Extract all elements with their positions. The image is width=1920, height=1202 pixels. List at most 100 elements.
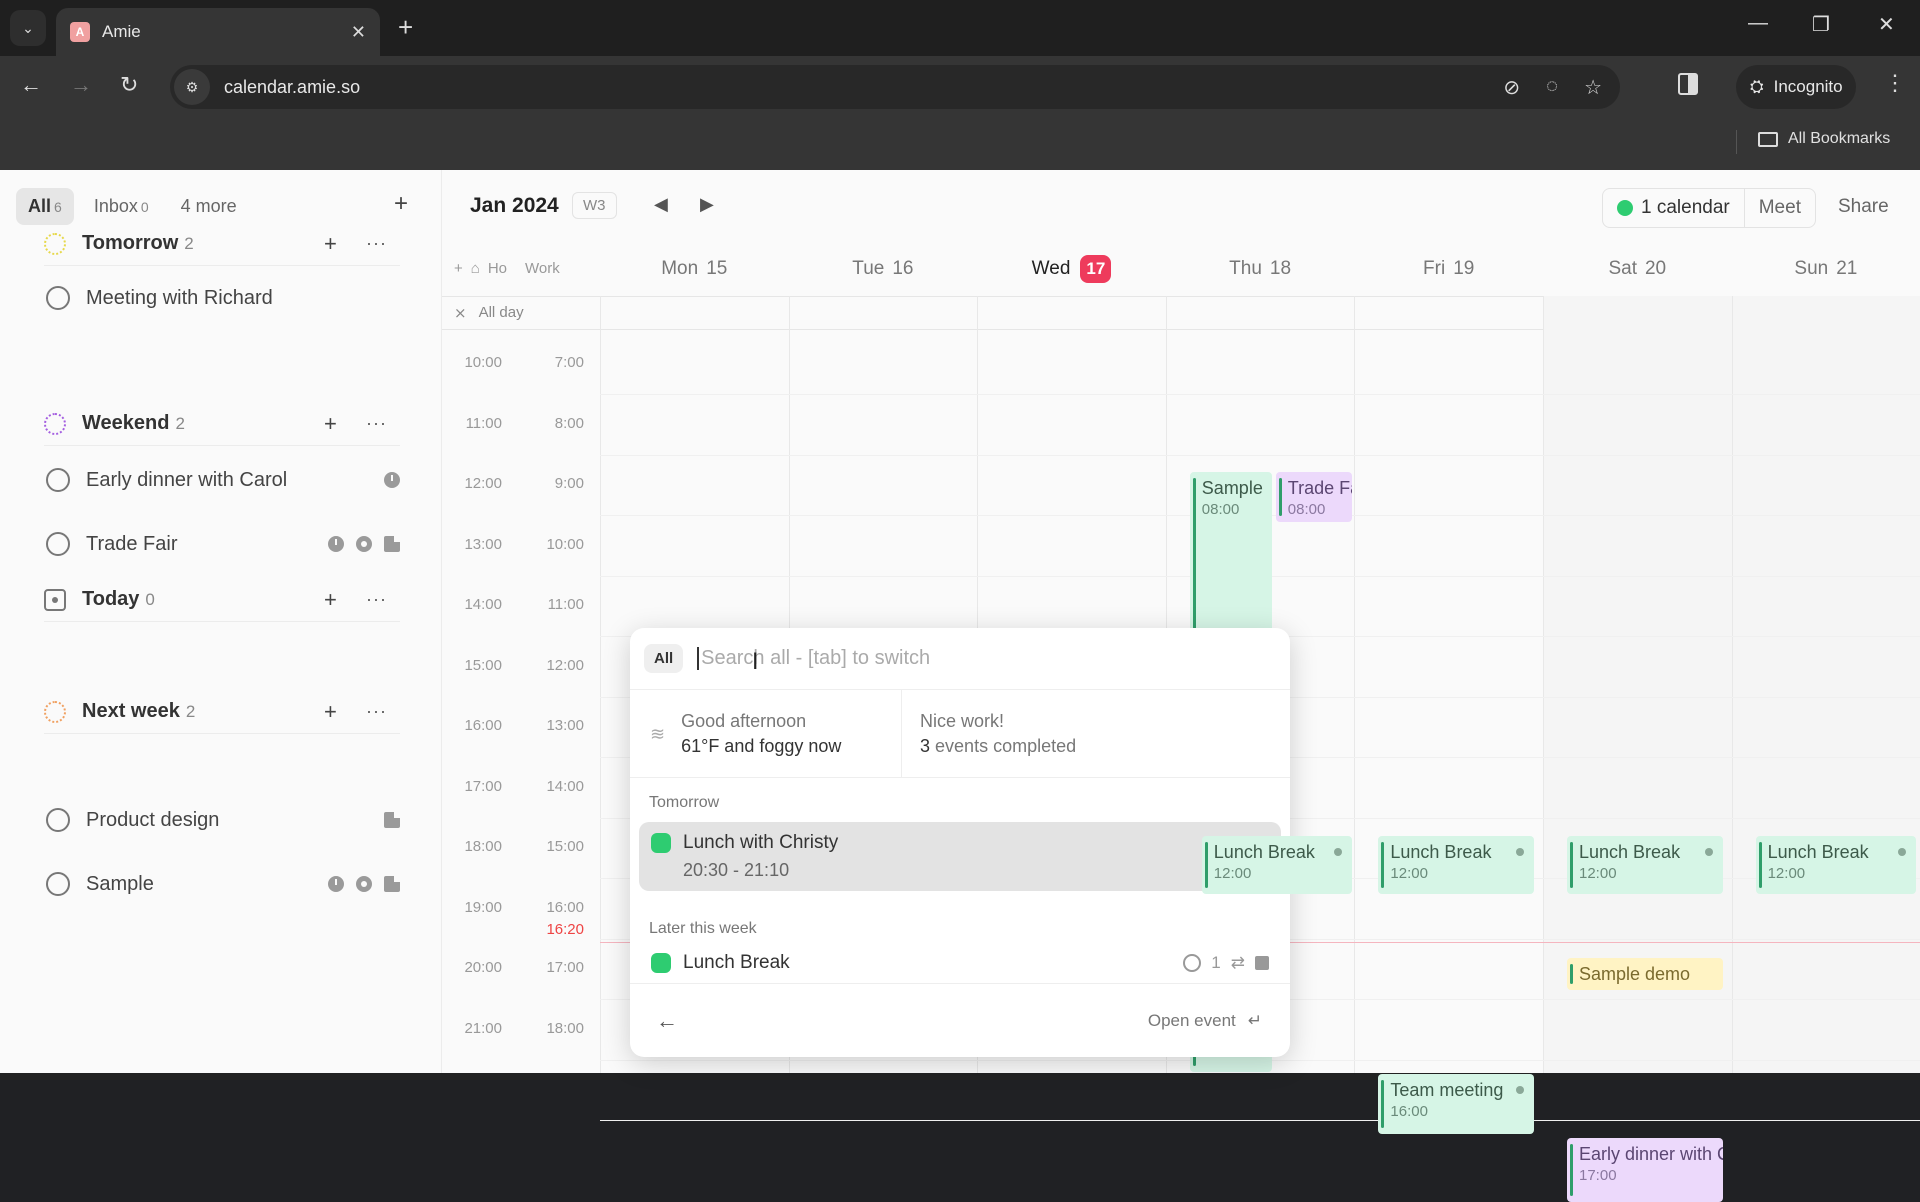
event-title: Trade Fair [1287,478,1352,498]
more-options-icon[interactable]: ··· [366,589,387,610]
day-header-tue[interactable]: Tue 16 [789,242,978,296]
task-item[interactable]: Early dinner with Carol [46,462,400,498]
sidebar-tabs: All 6 Inbox 0 4 more [16,188,249,225]
share-button[interactable]: Share [1838,196,1889,218]
sidebar-tab-inbox[interactable]: Inbox 0 [82,188,161,225]
add-timezone-button[interactable]: + [454,260,463,277]
calendar-event[interactable]: Team meeting 16:00 [1378,1074,1535,1134]
restore-icon[interactable]: ❐ [1812,12,1830,37]
browser-tab[interactable]: A Amie ✕ [56,8,380,56]
group-header-tomorrow[interactable]: Tomorrow 2 + ··· [44,222,400,266]
calendar-event[interactable]: Lunch Break 12:00 [1201,836,1352,894]
calendar-event[interactable]: Trade Fair 08:00 [1275,472,1352,522]
task-item[interactable]: Trade Fair [46,526,400,562]
add-task-button[interactable]: + [324,231,337,257]
url-text[interactable]: calendar.amie.so [224,77,360,98]
task-checkbox[interactable] [46,872,70,896]
meet-button[interactable]: Meet [1743,189,1815,227]
star-icon[interactable]: ☆ [1584,75,1602,100]
day-name: Sun [1794,258,1829,279]
back-arrow-icon[interactable]: ← [656,1008,678,1034]
time-label-secondary: 8:00 [554,414,584,432]
calendar-controls: 1 calendar Meet [1602,188,1816,228]
task-checkbox[interactable] [46,808,70,832]
close-window-icon[interactable]: ✕ [1878,12,1895,37]
day-header-mon[interactable]: Mon 15 [600,242,789,296]
clock-icon [328,536,344,552]
task-label: Product design [86,808,220,831]
group-header-weekend[interactable]: Weekend 2 + ··· [44,402,400,446]
tab-search-button[interactable]: ⌄ [10,10,46,46]
calendar-event[interactable]: Lunch Break 12:00 [1755,836,1916,894]
weekend-shade [1731,296,1920,1073]
collapse-icon[interactable]: ⨯ [454,304,467,322]
document-icon [384,876,400,892]
calendar-event[interactable]: Lunch Break 12:00 [1567,836,1723,894]
day-divider [1543,296,1544,1073]
time-label-secondary: 12:00 [546,656,584,674]
event-time: 08:00 [1287,501,1326,518]
day-header-sat[interactable]: Sat 20 [1543,242,1732,296]
add-task-button[interactable]: + [324,587,337,613]
add-task-button[interactable]: + [324,411,337,437]
search-scope-chip[interactable]: All [644,644,684,673]
praise-text: Nice work! [920,711,1005,731]
incognito-button[interactable]: ⛭ Incognito [1736,65,1856,109]
close-tab-icon[interactable]: ✕ [351,22,366,43]
all-bookmarks-button[interactable]: All Bookmarks [1758,130,1890,148]
week-badge[interactable]: W3 [572,192,617,219]
tracking-off-icon[interactable]: ◌ [1546,75,1558,100]
more-options-icon[interactable]: ··· [366,413,387,434]
chevron-down-icon: ⌄ [22,19,34,36]
sidebar-tab-more[interactable]: 4 more [169,188,249,225]
next-week-icon[interactable]: ▶ [700,194,714,215]
browser-tabstrip: ⌄ A Amie ✕ + — ❐ ✕ [0,0,1920,56]
task-item[interactable]: Sample [46,866,400,902]
search-result-item[interactable]: Lunch with Christy 20:30 - 21:10 [639,822,1281,891]
document-icon [384,536,400,552]
calendar-event[interactable]: Lunch Break 12:00 [1378,836,1535,894]
task-checkbox[interactable] [46,286,70,310]
sidebar-tab-all[interactable]: All 6 [16,188,74,225]
side-panel-icon[interactable] [1678,73,1698,95]
event-title: Lunch Break [1767,842,1869,862]
browser-menu-icon[interactable]: ⋮ [1884,70,1906,96]
search-result-item[interactable]: Lunch Break 1 ⇄ [639,946,1281,984]
day-name: Wed [1031,258,1071,279]
forward-icon[interactable]: → [70,72,92,98]
event-title: Sample demo [1579,964,1691,984]
task-item[interactable]: Meeting with Richard [46,280,400,316]
day-header-thu[interactable]: Thu 18 [1166,242,1355,296]
eye-off-icon[interactable]: ⊘ [1503,75,1520,100]
more-options-icon[interactable]: ··· [366,701,387,722]
search-input[interactable] [697,647,1258,670]
site-info-icon[interactable]: ⚙ [174,69,210,105]
group-count: 2 [185,701,196,721]
calendar-event[interactable]: Early dinner with Carol 17:00 [1567,1138,1723,1202]
calendars-button[interactable]: 1 calendar [1603,189,1744,227]
task-item[interactable]: Product design [46,802,400,838]
prev-week-icon[interactable]: ◀ [654,194,668,215]
day-header-wed[interactable]: Wed 17 [977,242,1166,296]
more-options-icon[interactable]: ··· [366,233,387,254]
task-checkbox[interactable] [46,468,70,492]
group-header-next-week[interactable]: Next week 2 + ··· [44,690,400,734]
add-task-button[interactable]: + [324,699,337,725]
reload-icon[interactable]: ↻ [120,72,138,98]
back-icon[interactable]: ← [20,72,42,98]
event-time: 12:00 [1767,865,1806,882]
address-bar[interactable]: ⚙ calendar.amie.so ⊘ ◌ ☆ [170,65,1620,109]
new-tab-button[interactable]: + [398,12,413,43]
calendar-event[interactable]: Sample demo [1567,958,1723,990]
day-divider [600,296,601,1073]
minimize-icon[interactable]: — [1748,12,1768,35]
event-status-dot [1897,848,1906,856]
result-title: Lunch with Christy [683,832,839,853]
open-event-button[interactable]: Open event ↵ [1148,1011,1262,1031]
day-header-sun[interactable]: Sun 21 [1732,242,1920,296]
task-icons [328,876,400,892]
group-header-today[interactable]: Today 0 + ··· [44,578,400,622]
task-checkbox[interactable] [46,532,70,556]
day-header-fri[interactable]: Fri 19 [1354,242,1543,296]
add-list-button[interactable]: + [394,190,408,218]
